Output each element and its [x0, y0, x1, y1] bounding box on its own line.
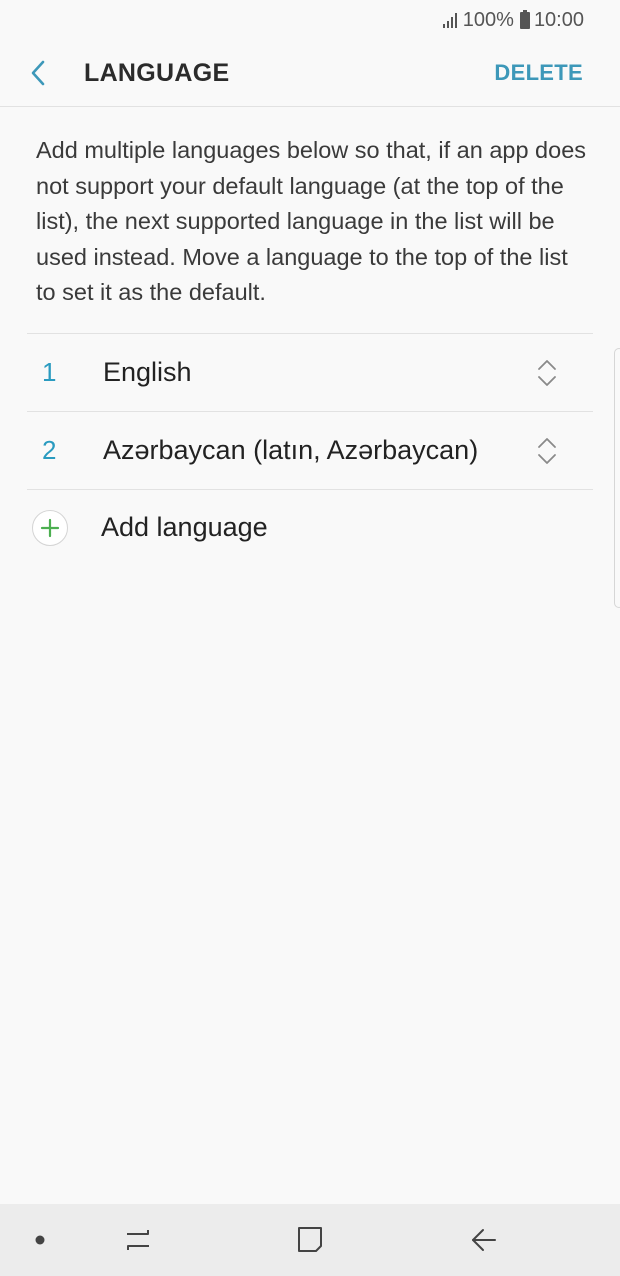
language-priority-number: 2 — [42, 435, 57, 465]
back-button[interactable] — [0, 40, 84, 107]
nav-dot-button[interactable] — [22, 1204, 58, 1276]
chevron-left-icon — [31, 60, 45, 86]
language-name: English — [103, 357, 192, 387]
navigation-bar — [0, 1204, 620, 1276]
add-language-label: Add language — [101, 512, 268, 542]
add-circle — [32, 509, 68, 546]
status-bar: 100% 10:00 — [0, 0, 620, 40]
language-row[interactable]: 1 English — [27, 334, 593, 412]
description-text: Add multiple languages below so that, if… — [36, 137, 587, 305]
delete-button[interactable]: DELETE — [494, 60, 620, 86]
recent-apps-icon — [127, 1230, 149, 1250]
app-bar: LANGUAGE DELETE — [0, 40, 620, 107]
recent-apps-button[interactable] — [112, 1204, 164, 1276]
language-name: Azərbaycan (latın, Azərbaycan) — [103, 435, 479, 465]
plus-icon — [40, 518, 60, 537]
dot-icon — [35, 1235, 45, 1245]
clock: 10:00 — [533, 8, 584, 31]
battery-percentage: 100% — [462, 8, 514, 31]
edge-panel-handle[interactable] — [614, 348, 620, 608]
home-button[interactable] — [284, 1204, 336, 1276]
add-language-button[interactable]: Add language — [27, 490, 593, 565]
battery-icon — [519, 9, 530, 29]
page-title: LANGUAGE — [84, 58, 230, 87]
language-list: 1 English 2 Azərbaycan (latın, Azərbayca… — [27, 333, 593, 565]
signal-icon — [442, 12, 457, 28]
home-icon — [298, 1227, 322, 1252]
nav-back-button[interactable] — [458, 1204, 510, 1276]
reorder-handle[interactable] — [519, 431, 575, 471]
reorder-handle[interactable] — [519, 353, 575, 393]
back-arrow-icon — [472, 1229, 496, 1251]
language-row[interactable]: 2 Azərbaycan (latın, Azərbaycan) — [27, 412, 593, 490]
up-down-chevron-icon — [538, 359, 556, 386]
up-down-chevron-icon — [538, 437, 556, 464]
language-priority-number: 1 — [42, 357, 57, 387]
